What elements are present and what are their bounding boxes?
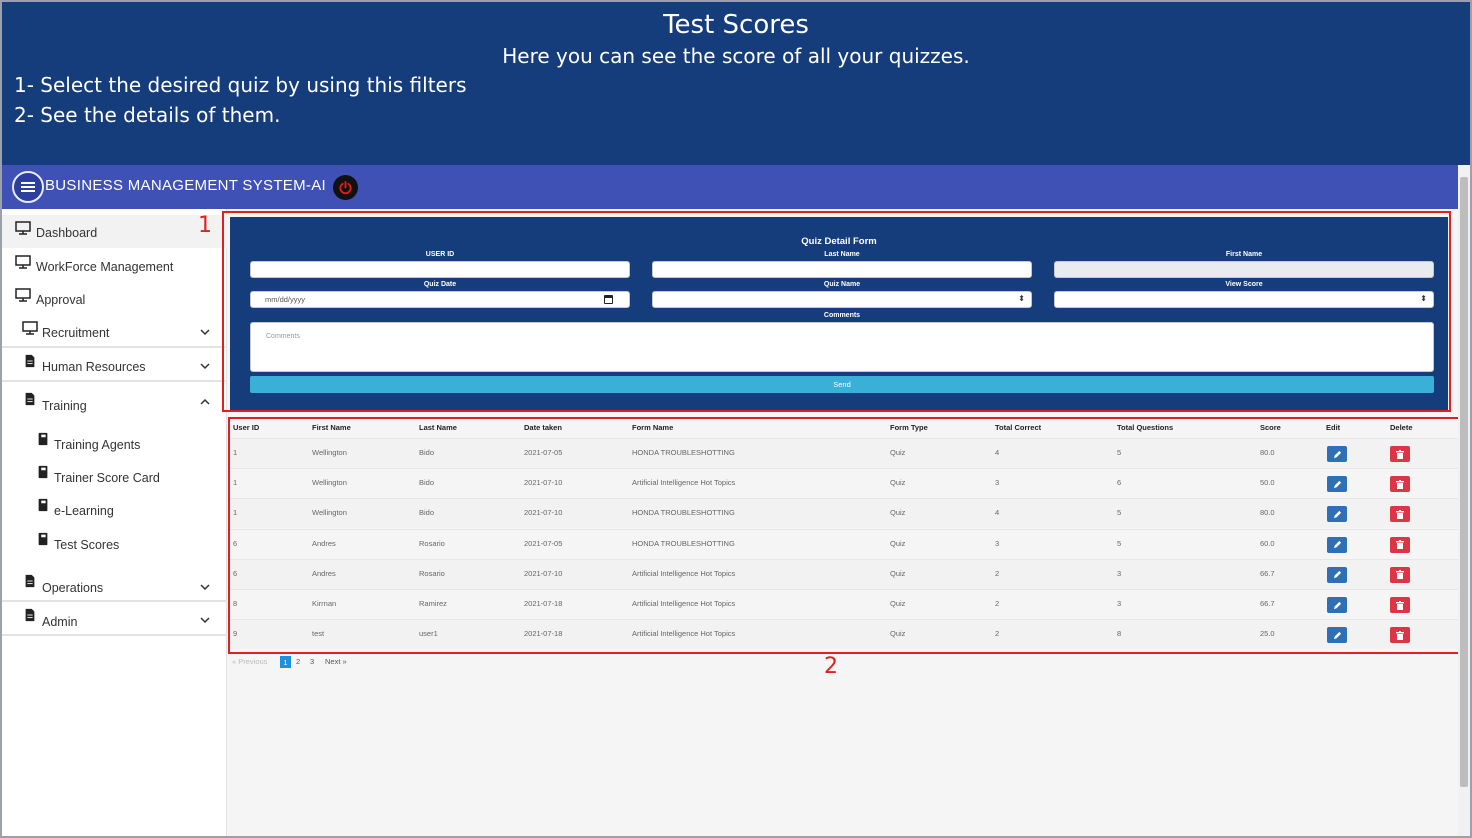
sidebar-item-dashboard[interactable]: Dashboard — [2, 215, 227, 248]
banner-step-1: 1- Select the desired quiz by using this… — [14, 73, 467, 97]
chevron-down-icon — [200, 329, 210, 336]
sidebar-item-human-resources[interactable]: Human Resources — [2, 349, 227, 382]
annotation-box-2 — [228, 417, 1469, 654]
pagination-previous[interactable]: « Previous — [232, 657, 267, 666]
book-icon — [38, 532, 48, 546]
annotation-number-1: 1 — [198, 213, 212, 238]
document-icon — [25, 574, 35, 588]
chevron-down-icon — [200, 617, 210, 624]
sidebar-item-label: Human Resources — [42, 360, 146, 374]
app-title: BUSINESS MANAGEMENT SYSTEM-AI — [45, 177, 326, 194]
sidebar-item-label: Trainer Score Card — [54, 471, 160, 485]
monitor-icon — [22, 321, 38, 335]
sidebar-item-label: Admin — [42, 615, 78, 629]
hamburger-icon[interactable] — [12, 171, 44, 203]
chevron-down-icon — [200, 584, 210, 591]
book-icon — [38, 465, 48, 479]
sidebar-item-label: Recruitment — [42, 326, 110, 340]
sidebar-item-admin[interactable]: Admin — [2, 603, 227, 636]
pagination-page-3[interactable]: 3 — [310, 657, 314, 666]
annotation-box-1 — [222, 211, 1451, 412]
power-icon[interactable] — [333, 175, 358, 200]
annotation-number-2: 2 — [824, 654, 838, 679]
monitor-icon — [15, 255, 31, 269]
sidebar: Dashboard WorkForce Management Approval … — [2, 209, 227, 836]
document-icon — [25, 608, 35, 622]
sidebar-item-trainer-score-card[interactable]: Trainer Score Card — [2, 460, 227, 493]
sidebar-item-label: Training Agents — [54, 438, 141, 452]
banner-step-2: 2- See the details of them. — [14, 103, 281, 127]
book-icon — [38, 498, 48, 512]
sidebar-item-workforce-management[interactable]: WorkForce Management — [2, 249, 227, 282]
banner-title: Test Scores — [663, 10, 809, 40]
sidebar-item-recruitment[interactable]: Recruitment — [2, 315, 227, 348]
sidebar-item-label: WorkForce Management — [36, 260, 174, 274]
instruction-banner: Test Scores Here you can see the score o… — [2, 2, 1470, 165]
page-scrollbar[interactable] — [1458, 165, 1470, 836]
scrollbar-thumb[interactable] — [1460, 177, 1468, 787]
pagination-next[interactable]: Next » — [325, 657, 347, 666]
monitor-icon — [15, 288, 31, 302]
banner-subtitle: Here you can see the score of all your q… — [502, 44, 970, 68]
pagination-page-1[interactable]: 1 — [280, 656, 291, 668]
sidebar-item-e-learning[interactable]: e-Learning — [2, 493, 227, 526]
sidebar-item-approval[interactable]: Approval — [2, 282, 227, 315]
sidebar-item-label: Test Scores — [54, 538, 120, 552]
sidebar-item-label: Dashboard — [36, 226, 98, 240]
monitor-icon — [15, 221, 31, 235]
chevron-up-icon — [200, 398, 210, 405]
sidebar-item-label: e-Learning — [54, 504, 114, 518]
book-icon — [38, 432, 48, 446]
app-header: BUSINESS MANAGEMENT SYSTEM-AI — [2, 165, 1458, 209]
sidebar-item-label: Training — [42, 399, 87, 413]
sidebar-item-test-scores[interactable]: Test Scores — [2, 527, 227, 560]
sidebar-item-operations[interactable]: Operations — [2, 569, 227, 602]
pagination-page-2[interactable]: 2 — [296, 657, 300, 666]
sidebar-item-training[interactable]: Training — [2, 387, 227, 420]
sidebar-item-training-agents[interactable]: Training Agents — [2, 427, 227, 460]
sidebar-item-label: Approval — [36, 293, 86, 307]
document-icon — [25, 354, 35, 368]
document-icon — [25, 392, 35, 406]
sidebar-item-label: Operations — [42, 581, 104, 595]
chevron-down-icon — [200, 363, 210, 370]
